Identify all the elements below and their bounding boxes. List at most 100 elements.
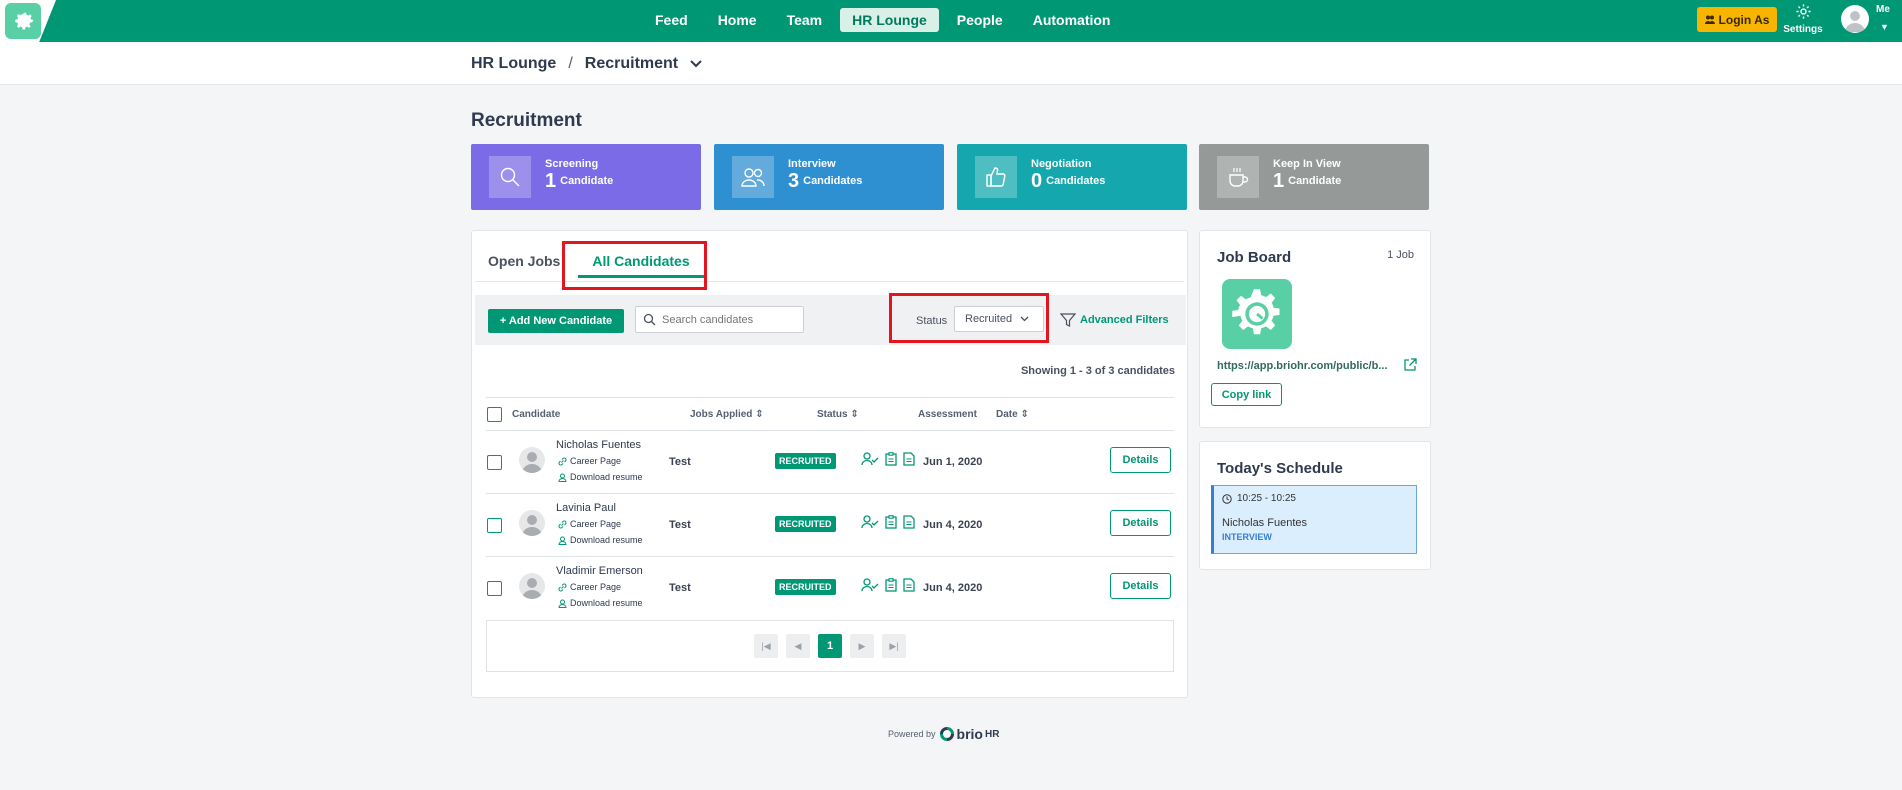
stat-name: Keep In View xyxy=(1273,157,1341,170)
stat-unit: Candidates xyxy=(803,175,863,187)
advanced-filters-button[interactable]: Advanced Filters xyxy=(1060,312,1169,328)
stat-unit: Candidates xyxy=(1046,175,1106,187)
download-resume-link[interactable]: Download resume xyxy=(558,472,643,482)
event-time-label: 10:25 - 10:25 xyxy=(1237,493,1296,504)
clipboard-icon[interactable] xyxy=(885,578,897,592)
candidate-source[interactable]: Career Page xyxy=(558,456,621,466)
chevron-down-icon[interactable] xyxy=(690,60,702,68)
job-board-url[interactable]: https://app.briohr.com/public/b... xyxy=(1217,360,1388,372)
clipboard-icon[interactable] xyxy=(885,452,897,466)
candidate-name[interactable]: Vladimir Emerson xyxy=(556,565,643,577)
search-input[interactable] xyxy=(662,311,800,328)
search-icon xyxy=(489,156,531,198)
clipboard-icon[interactable] xyxy=(885,515,897,529)
nav-hr-lounge[interactable]: HR Lounge xyxy=(840,8,939,32)
download-resume-link[interactable]: Download resume xyxy=(558,535,643,545)
stat-name: Screening xyxy=(545,157,599,170)
stat-count: 3 xyxy=(788,169,800,192)
link-icon xyxy=(558,457,567,465)
user-avatar[interactable] xyxy=(1841,5,1869,33)
link-icon xyxy=(558,583,567,591)
user-icon xyxy=(558,536,567,545)
header-jobs-applied[interactable]: Jobs Applied ⇕ xyxy=(690,409,764,420)
filter-icon xyxy=(1060,313,1076,327)
add-new-candidate-button[interactable]: + Add New Candidate xyxy=(488,309,624,333)
document-icon[interactable] xyxy=(903,515,915,529)
gear-icon xyxy=(15,12,34,30)
stat-count: 1 xyxy=(545,169,557,192)
breadcrumb-parent[interactable]: HR Lounge xyxy=(471,55,556,73)
stat-card-interview[interactable]: Interview 3 Candidates xyxy=(714,144,944,210)
job-board-title: Job Board xyxy=(1217,249,1292,266)
avatar xyxy=(519,510,545,536)
powered-by-label: Powered by xyxy=(888,729,936,739)
stat-unit: Candidate xyxy=(560,175,614,187)
users-icon xyxy=(732,156,774,198)
table-header: Candidate Jobs Applied ⇕ Status ⇕ Assess… xyxy=(486,397,1174,431)
select-all-checkbox[interactable] xyxy=(487,407,502,422)
header-status[interactable]: Status ⇕ xyxy=(817,409,859,420)
prev-page-button[interactable]: ◀ xyxy=(786,634,810,658)
next-page-button[interactable]: ▶ xyxy=(850,634,874,658)
login-as-button[interactable]: Login As xyxy=(1697,7,1777,32)
chevron-down-icon[interactable]: ▼ xyxy=(1880,22,1889,32)
document-icon[interactable] xyxy=(903,452,915,466)
user-check-icon[interactable] xyxy=(861,578,879,592)
row-checkbox[interactable] xyxy=(487,518,502,533)
schedule-event[interactable]: 10:25 - 10:25 Nicholas Fuentes INTERVIEW xyxy=(1211,485,1417,554)
app-logo[interactable] xyxy=(5,3,41,39)
document-icon[interactable] xyxy=(903,578,915,592)
highlight-status-filter xyxy=(889,293,1049,343)
external-link-icon[interactable] xyxy=(1403,358,1417,372)
user-check-icon[interactable] xyxy=(861,452,879,466)
gear-icon xyxy=(1232,289,1280,335)
stat-card-screening[interactable]: Screening 1 Candidate xyxy=(471,144,701,210)
nav-team[interactable]: Team xyxy=(775,8,835,32)
tab-open-jobs[interactable]: Open Jobs xyxy=(488,253,560,278)
schedule-card: Today's Schedule 10:25 - 10:25 Nicholas … xyxy=(1199,441,1431,570)
assessment-icons xyxy=(861,452,915,466)
candidates-card: Open Jobs All Candidates + Add New Candi… xyxy=(471,230,1188,698)
sort-icon: ⇕ xyxy=(850,409,859,420)
details-button[interactable]: Details xyxy=(1110,573,1171,599)
powered-by-footer: Powered by brio HR xyxy=(888,726,999,742)
row-checkbox[interactable] xyxy=(487,581,502,596)
page-number-button[interactable]: 1 xyxy=(818,634,842,658)
header-date[interactable]: Date ⇕ xyxy=(996,409,1029,420)
header-assessment: Assessment xyxy=(918,409,977,420)
download-resume-link[interactable]: Download resume xyxy=(558,598,643,608)
nav-automation[interactable]: Automation xyxy=(1021,8,1123,32)
candidate-source[interactable]: Career Page xyxy=(558,519,621,529)
candidate-source[interactable]: Career Page xyxy=(558,582,621,592)
copy-link-button[interactable]: Copy link xyxy=(1211,383,1282,406)
avatar xyxy=(519,573,545,599)
user-check-icon[interactable] xyxy=(861,515,879,529)
candidate-name[interactable]: Nicholas Fuentes xyxy=(556,439,641,451)
settings-button[interactable]: Settings xyxy=(1782,3,1824,35)
breadcrumb: HR Lounge / Recruitment xyxy=(471,55,702,73)
nav-feed[interactable]: Feed xyxy=(643,8,700,32)
thumbs-up-icon xyxy=(975,156,1017,198)
breadcrumb-separator: / xyxy=(568,55,573,72)
table-row: Vladimir Emerson Career Page Download re… xyxy=(486,557,1174,620)
assessment-icons xyxy=(861,578,915,592)
first-page-button[interactable]: |◀ xyxy=(754,634,778,658)
candidate-date: Jun 4, 2020 xyxy=(923,582,983,594)
details-button[interactable]: Details xyxy=(1110,447,1171,473)
details-button[interactable]: Details xyxy=(1110,510,1171,536)
row-checkbox[interactable] xyxy=(487,455,502,470)
breadcrumb-current[interactable]: Recruitment xyxy=(585,55,678,73)
assessment-icons xyxy=(861,515,915,529)
last-page-button[interactable]: ▶| xyxy=(882,634,906,658)
nav-people[interactable]: People xyxy=(945,8,1015,32)
user-icon xyxy=(558,599,567,608)
nav-home[interactable]: Home xyxy=(706,8,769,32)
me-label[interactable]: Me xyxy=(1876,4,1890,15)
search-icon xyxy=(643,313,656,326)
job-applied: Test xyxy=(669,582,691,594)
table-row: Lavinia Paul Career Page Download resume… xyxy=(486,494,1174,557)
stat-card-keep-in-view[interactable]: Keep In View 1 Candidate xyxy=(1199,144,1429,210)
stat-card-negotiation[interactable]: Negotiation 0 Candidates xyxy=(957,144,1187,210)
candidate-name[interactable]: Lavinia Paul xyxy=(556,502,616,514)
candidate-date: Jun 4, 2020 xyxy=(923,519,983,531)
